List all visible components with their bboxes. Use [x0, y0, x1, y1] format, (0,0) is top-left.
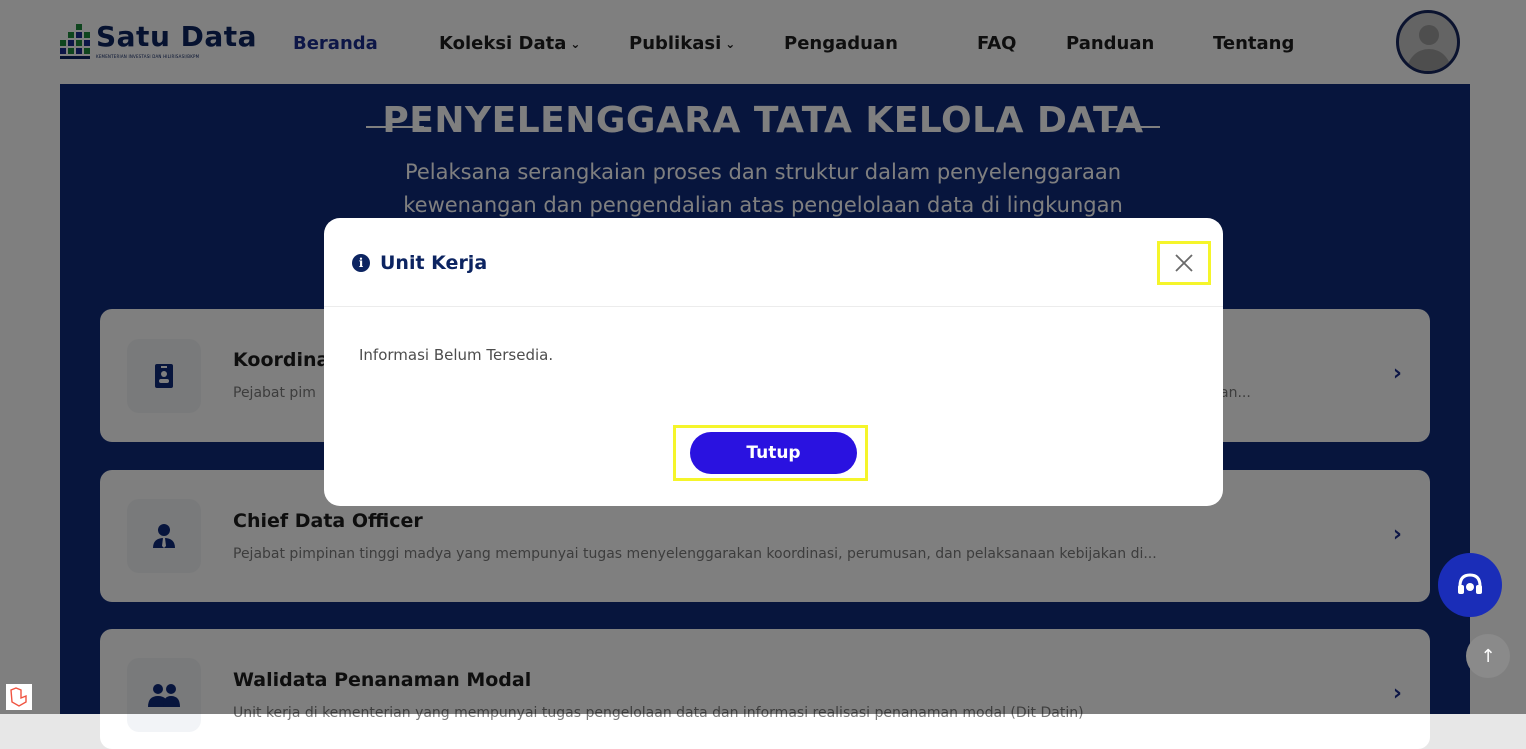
modal-message: Informasi Belum Tersedia.	[359, 346, 554, 364]
modal-header: i Unit Kerja	[324, 218, 1223, 307]
unit-kerja-modal: i Unit Kerja Informasi Belum Tersedia. T…	[324, 218, 1223, 506]
close-icon	[1175, 254, 1193, 272]
modal-title: i Unit Kerja	[352, 252, 487, 274]
modal-close-button[interactable]	[1157, 241, 1211, 285]
scroll-to-top-button[interactable]: ↑	[1466, 634, 1510, 678]
tutup-button[interactable]: Tutup	[690, 432, 857, 474]
support-headset-button[interactable]	[1438, 553, 1502, 617]
headset-icon	[1458, 573, 1482, 594]
laravel-logo-icon	[6, 684, 32, 710]
arrow-up-icon: ↑	[1480, 645, 1496, 667]
modal-title-text: Unit Kerja	[380, 252, 488, 274]
info-circle-icon: i	[352, 254, 370, 272]
